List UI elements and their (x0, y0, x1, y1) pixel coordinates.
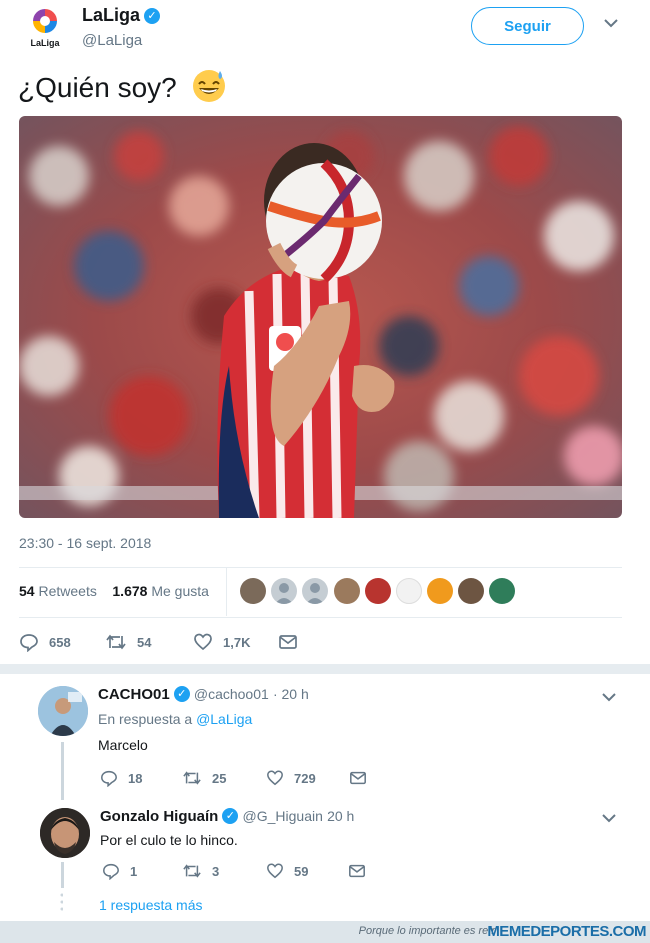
message-icon (350, 771, 366, 785)
reply-author-handle[interactable]: @cachoo01 (194, 686, 269, 702)
avatar[interactable] (271, 578, 297, 604)
retweet-button[interactable]: 25 (182, 766, 226, 790)
avatar[interactable] (365, 578, 391, 604)
watermark-brand: MEMEDEPORTES.COM (487, 923, 646, 940)
like-count: 729 (294, 770, 316, 786)
heart-icon (267, 863, 283, 879)
like-count: 59 (294, 863, 309, 879)
reply-icon (103, 863, 119, 880)
avatar[interactable] (396, 578, 422, 604)
divider (19, 617, 622, 618)
reply-icon (101, 770, 117, 787)
retweet-count: 54 (137, 634, 152, 650)
thread-dots-icon (60, 893, 63, 911)
retweet-count: 3 (212, 863, 220, 879)
avatar-higuain[interactable] (40, 808, 90, 858)
like-button[interactable]: 59 (266, 859, 308, 883)
account-handle[interactable]: @LaLiga (82, 32, 142, 49)
retweet-icon (183, 864, 201, 878)
watermark-tagline: Porque lo importante es reír (358, 925, 495, 937)
reply-time[interactable]: 20 h (327, 808, 354, 824)
likes-label: Me gusta (151, 583, 209, 599)
reply-author-handle[interactable]: @G_Higuain (243, 808, 323, 824)
follow-button[interactable]: Seguir (471, 7, 584, 45)
reply-to-link[interactable]: @LaLiga (196, 711, 252, 727)
tweet-text: ¿Quién soy? (18, 68, 227, 104)
avatar[interactable] (427, 578, 453, 604)
reply-author-cacho01[interactable]: CACHO01 ✓ @cachoo01 · 20 h (98, 686, 309, 703)
reply-button[interactable]: 658 (19, 630, 71, 654)
tweet-text-content: ¿Quién soy? (18, 72, 177, 103)
thread-line (61, 742, 64, 800)
reply-icon (20, 634, 38, 652)
thread-line (61, 862, 64, 888)
reply-count: 18 (128, 770, 143, 786)
tweet-timestamp[interactable]: 23:30 - 16 sept. 2018 (19, 535, 151, 551)
retweet-icon (106, 634, 126, 650)
avatar[interactable] (302, 578, 328, 604)
chevron-down-icon[interactable] (602, 813, 616, 823)
player-photo (19, 116, 622, 518)
account-name[interactable]: LaLiga ✓ (82, 5, 161, 26)
grinning-sweat-emoji (192, 70, 225, 102)
direct-message-button[interactable] (348, 859, 376, 883)
reply-author-name[interactable]: Gonzalo Higuaín (100, 808, 218, 825)
retweet-button[interactable]: 3 (182, 859, 219, 883)
reply-author-name[interactable]: CACHO01 (98, 686, 170, 703)
reply-button[interactable]: 1 (102, 859, 137, 883)
heart-icon (267, 770, 283, 786)
stats-separator (226, 568, 227, 616)
reply-text: Marcelo (98, 737, 148, 753)
verified-badge-icon: ✓ (222, 808, 239, 824)
verified-badge-icon: ✓ (173, 686, 190, 702)
section-separator (0, 664, 650, 674)
retweet-icon (183, 771, 201, 785)
tweet-header: LaLiga LaLiga ✓ @LaLiga Seguir (0, 0, 650, 58)
reply-to-label: En respuesta a (98, 711, 193, 727)
more-replies-link[interactable]: 1 respuesta más (99, 897, 203, 913)
reply-time[interactable]: · 20 h (273, 686, 309, 702)
retweet-button[interactable]: 54 (105, 630, 151, 654)
retweet-count: 25 (212, 770, 227, 786)
reply-count: 1 (130, 863, 138, 879)
chevron-down-icon[interactable] (604, 18, 618, 28)
avatar[interactable] (334, 578, 360, 604)
message-icon (279, 635, 297, 649)
message-icon (349, 864, 365, 878)
likes-stat[interactable]: 1.678 Me gusta (112, 583, 209, 599)
retweets-label: Retweets (38, 583, 97, 599)
avatar[interactable] (458, 578, 484, 604)
retweets-stat[interactable]: 54 Retweets (19, 583, 97, 599)
reply-text: Por el culo te lo hinco. (100, 832, 238, 848)
reply-author-higuain[interactable]: Gonzalo Higuaín ✓ @G_Higuain 20 h (100, 808, 354, 825)
avatar[interactable] (489, 578, 515, 604)
heart-icon (194, 633, 212, 651)
laliga-logo[interactable]: LaLiga (26, 6, 64, 48)
retweets-count: 54 (19, 583, 35, 599)
direct-message-button[interactable] (278, 630, 308, 654)
reply-context: En respuesta a @LaLiga (98, 711, 252, 727)
like-button[interactable]: 1,7K (193, 630, 250, 654)
logo-text: LaLiga (30, 38, 60, 48)
tweet-stats: 54 Retweets 1.678 Me gusta (19, 583, 209, 599)
divider (19, 567, 622, 568)
direct-message-button[interactable] (349, 766, 377, 790)
verified-badge-icon: ✓ (144, 8, 161, 24)
like-count: 1,7K (223, 634, 251, 650)
avatar-cacho01[interactable] (38, 686, 88, 736)
watermark-footer: Porque lo importante es reír MEMEDEPORTE… (0, 921, 650, 943)
like-button[interactable]: 729 (266, 766, 316, 790)
chevron-down-icon[interactable] (602, 692, 616, 702)
reply-count: 658 (49, 634, 71, 650)
likes-count: 1.678 (112, 583, 148, 599)
reply-button[interactable]: 18 (100, 766, 142, 790)
account-name-text[interactable]: LaLiga (82, 5, 140, 25)
avatar[interactable] (240, 578, 266, 604)
tweet-photo[interactable] (19, 116, 622, 518)
